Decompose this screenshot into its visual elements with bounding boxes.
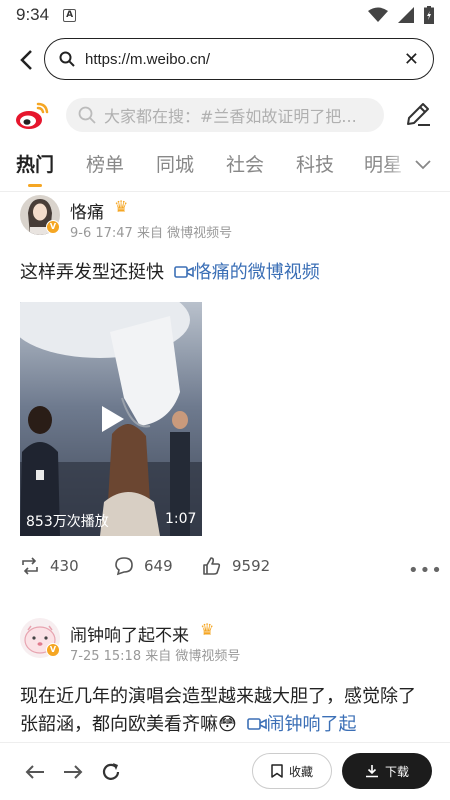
video-camera-icon: [246, 718, 267, 730]
url-bar[interactable]: https://m.weibo.cn/ ✕: [44, 38, 434, 80]
crown-badge-icon: ♛: [114, 197, 129, 216]
like-count: 9592: [232, 557, 271, 575]
channel-tabs: 热门 榜单 同城 社会 科技 明星: [0, 144, 450, 192]
arrow-left-icon[interactable]: [24, 761, 46, 783]
play-icon[interactable]: [100, 404, 126, 434]
tab-society[interactable]: 社会: [226, 150, 264, 177]
weibo-search-bar[interactable]: 大家都在搜：#兰香如故证明了把...: [66, 98, 384, 132]
thumbs-up-icon: [203, 557, 221, 575]
video-camera-icon: [173, 266, 194, 278]
verified-badge-icon: V: [46, 643, 60, 657]
weibo-header: 大家都在搜：#兰香如故证明了把...: [0, 96, 450, 136]
more-options-icon[interactable]: •••: [408, 560, 443, 581]
post-username[interactable]: 恪痛: [70, 198, 104, 223]
notification-a-icon: A: [63, 8, 77, 22]
browser-toolbar: https://m.weibo.cn/ ✕: [0, 38, 450, 82]
post-text: 现在近几年的演唱会造型越来越大胆了，感觉除了张韶涵，都向欧美看齐嘛😳: [20, 686, 416, 735]
refresh-icon[interactable]: [100, 761, 122, 783]
browser-back-button[interactable]: [16, 48, 36, 72]
favorite-button[interactable]: 收藏: [252, 753, 332, 789]
post-meta: 9-6 17:47 来自 微博视频号: [70, 226, 233, 241]
video-view-count: 853万次播放: [26, 514, 109, 530]
download-button[interactable]: 下载: [342, 753, 432, 789]
chevron-left-icon: [20, 50, 32, 70]
comment-count: 649: [144, 557, 173, 575]
bottom-toolbar: 收藏 下载: [0, 742, 450, 800]
download-label: 下载: [384, 764, 409, 779]
tab-hot[interactable]: 热门: [16, 150, 54, 177]
video-link[interactable]: 闹钟响了起: [243, 714, 357, 735]
video-link-text[interactable]: 闹钟响了起: [267, 714, 357, 735]
status-time: 9:34: [16, 5, 50, 24]
repost-count: 430: [50, 557, 79, 575]
post-meta: 7-25 15:18 来自 微博视频号: [70, 649, 241, 664]
compose-edit-icon[interactable]: [404, 100, 432, 128]
clear-url-button[interactable]: ✕: [404, 49, 419, 70]
tab-ranking[interactable]: 榜单: [86, 150, 124, 177]
weibo-logo-icon[interactable]: [14, 100, 50, 132]
search-placeholder: 大家都在搜：#兰香如故证明了把...: [104, 107, 357, 126]
favorite-label: 收藏: [288, 764, 313, 779]
post-content: 现在近几年的演唱会造型越来越大胆了，感觉除了张韶涵，都向欧美看齐嘛😳 闹钟响了起: [20, 683, 432, 741]
tab-tech[interactable]: 科技: [296, 150, 334, 177]
repost-icon: [22, 557, 38, 575]
post-username[interactable]: 闹钟响了起不来: [70, 621, 189, 646]
battery-icon: [424, 6, 434, 24]
comment-button[interactable]: 649: [114, 556, 173, 576]
post-content: 这样弄发型还挺快 恪痛的微博视频: [20, 259, 432, 287]
wifi-icon: [368, 7, 388, 22]
search-icon: [78, 106, 96, 124]
tab-local[interactable]: 同城: [156, 150, 194, 177]
repost-button[interactable]: 430: [20, 556, 79, 576]
download-icon: [365, 765, 378, 778]
verified-badge-icon: V: [46, 220, 60, 234]
video-duration: 1:07: [165, 511, 197, 527]
url-text[interactable]: https://m.weibo.cn/: [85, 51, 210, 68]
comment-icon: [115, 557, 133, 576]
search-icon: [59, 51, 75, 67]
bookmark-icon: [271, 764, 283, 778]
crown-badge-icon: ♛: [200, 620, 215, 639]
video-link[interactable]: 恪痛的微博视频: [170, 262, 320, 283]
status-bar: 9:34 A: [0, 0, 450, 30]
post-text: 这样弄发型还挺快: [20, 262, 164, 283]
active-tab-indicator: [28, 184, 42, 187]
status-icons: [368, 6, 434, 24]
chevron-down-icon[interactable]: [414, 156, 432, 174]
signal-icon: [398, 7, 414, 23]
arrow-right-icon[interactable]: [62, 761, 84, 783]
video-link-text[interactable]: 恪痛的微博视频: [194, 262, 320, 283]
like-button[interactable]: 9592: [202, 556, 270, 576]
post-actions: 430 649 9592 •••: [0, 552, 450, 582]
